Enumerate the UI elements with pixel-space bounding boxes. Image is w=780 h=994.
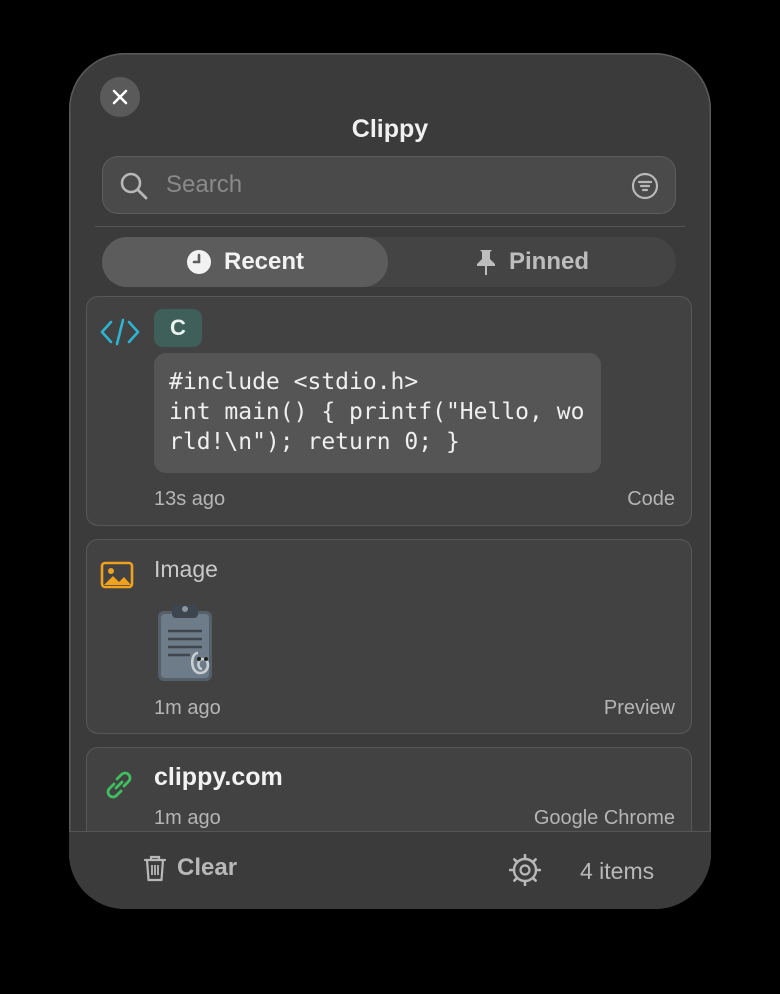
- clipboard-thumbnail: [158, 605, 212, 681]
- divider: [95, 226, 685, 227]
- link-title: clippy.com: [154, 763, 283, 791]
- code-icon: [100, 318, 140, 346]
- window-title: Clippy: [351, 115, 429, 143]
- tab-pinned-label: Pinned: [508, 248, 589, 275]
- clippy-window: Clippy Recent Pinned: [69, 53, 711, 909]
- clear-button[interactable]: Clear: [143, 854, 237, 882]
- code-preview: #include <stdio.h> int main() { printf("…: [154, 353, 601, 473]
- search-input[interactable]: [166, 156, 606, 214]
- close-icon: [112, 89, 128, 105]
- item-count: 4 items: [580, 858, 655, 884]
- item-time: 13s ago: [154, 488, 226, 510]
- item-source: Preview: [603, 697, 675, 719]
- item-source: Google Chrome: [533, 807, 675, 829]
- pin-icon: [476, 250, 495, 275]
- tab-pinned[interactable]: Pinned: [388, 237, 676, 287]
- trash-icon: [143, 855, 167, 882]
- search-bar: [102, 156, 676, 214]
- footer-bar: Clear 4 items: [69, 831, 711, 909]
- close-button[interactable]: [100, 77, 140, 117]
- image-icon: [100, 561, 134, 589]
- tab-recent-label: Recent: [223, 248, 305, 275]
- item-time: 1m ago: [154, 807, 221, 829]
- link-icon: [106, 771, 132, 799]
- tab-recent[interactable]: Recent: [102, 237, 388, 287]
- item-source: Code: [627, 488, 675, 510]
- gear-icon[interactable]: [509, 854, 541, 886]
- clip-item-code[interactable]: C #include <stdio.h> int main() { printf…: [86, 296, 692, 526]
- item-label: Image: [154, 556, 218, 582]
- filter-icon[interactable]: [631, 172, 659, 200]
- clock-icon: [186, 250, 211, 274]
- clear-label: Clear: [177, 854, 238, 881]
- clip-item-image[interactable]: Image 1m ago Preview: [86, 539, 692, 734]
- search-icon: [120, 172, 148, 200]
- item-time: 1m ago: [154, 697, 221, 719]
- tab-bar: Recent Pinned: [102, 237, 676, 287]
- language-badge: C: [154, 309, 202, 347]
